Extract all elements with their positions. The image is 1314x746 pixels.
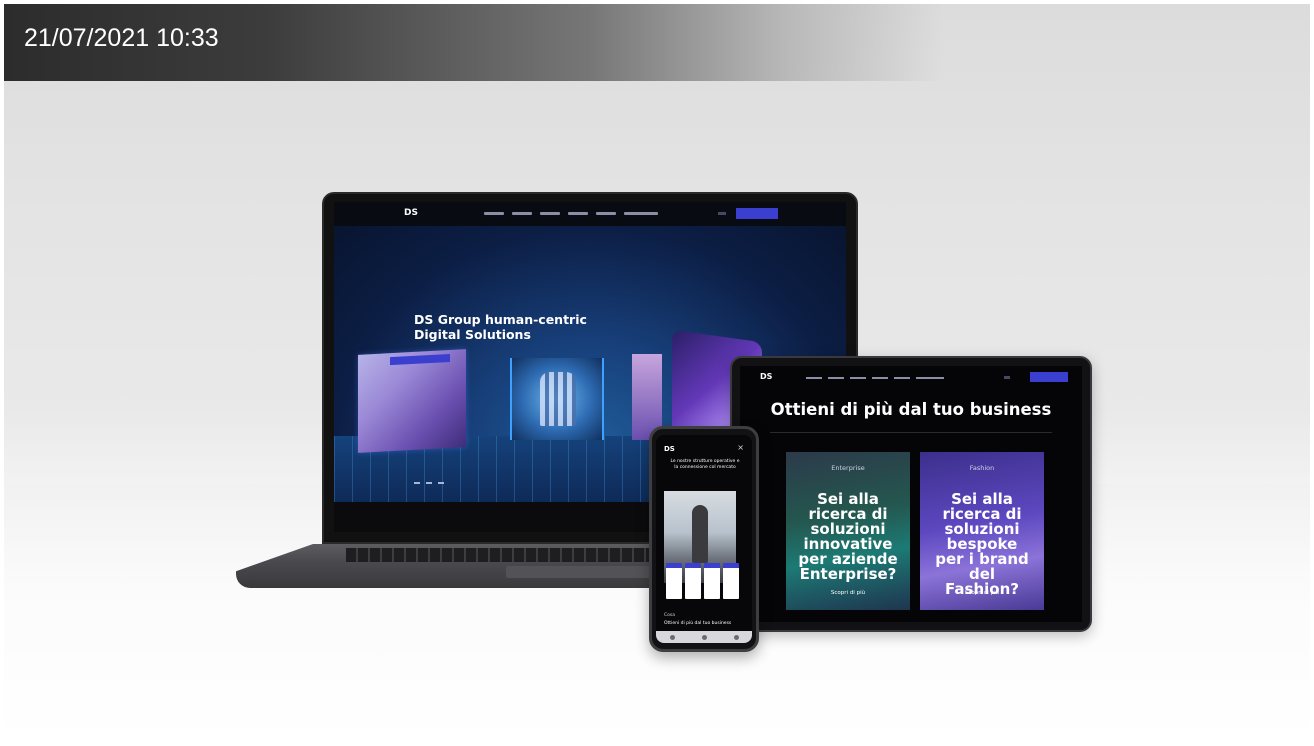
tablet-cta-button [1030, 372, 1068, 382]
pagination-dot [414, 482, 420, 484]
card-link: Scopri di più [830, 590, 866, 596]
phone-app-card [723, 563, 739, 599]
tablet-nav-item [828, 377, 844, 379]
phone-app-card [704, 563, 720, 599]
hero-figures-image [540, 372, 576, 426]
phone-screen: DS × Le nostre strutture operative e la … [656, 435, 752, 643]
tablet-nav-item [850, 377, 866, 379]
phone-app-card [685, 563, 701, 599]
tablet-nav-item [806, 377, 822, 379]
hero-panel-figures [510, 358, 604, 440]
tablet-lang-switch [1004, 376, 1010, 379]
hero-panel-sculpture [358, 349, 466, 453]
phone-app-card [666, 563, 682, 599]
tablet-nav-item [894, 377, 910, 379]
laptop-site-logo: DS [404, 208, 418, 218]
card-link: Scopri di più [964, 590, 1000, 596]
laptop-lang-switch [718, 212, 726, 215]
nav-home-icon [701, 634, 707, 640]
laptop-nav-menu [484, 212, 658, 215]
laptop-nav-item [484, 212, 504, 215]
tablet-card-fashion: Fashion Sei alla ricerca di soluzioni be… [920, 452, 1044, 610]
close-icon: × [737, 443, 744, 452]
tablet-nav-menu [806, 377, 944, 379]
timestamp-bar: 21/07/2021 10:33 [4, 4, 1310, 81]
pagination-dot [438, 482, 444, 484]
hero-title: DS Group human-centric Digital Solutions [414, 312, 664, 342]
phone-person-silhouette [692, 505, 708, 563]
screenshot-frame: 21/07/2021 10:33 DS DS Group human-centr… [4, 4, 1310, 742]
phone-caption-secondary: Ottieni di più dal tuo business [664, 621, 732, 626]
phone-site-logo: DS [664, 445, 675, 453]
hero-panel-badge [390, 354, 450, 366]
card-label: Fashion [969, 464, 995, 472]
laptop-nav-item [568, 212, 588, 215]
tablet-nav-item [916, 377, 944, 379]
tablet-device: DS Ottieni di più dal tuo business Enter… [730, 356, 1092, 632]
laptop-nav-item [540, 212, 560, 215]
tablet-nav-item [872, 377, 888, 379]
tablet-site-logo: DS [760, 372, 773, 381]
card-text: Sei alla ricerca di soluzioni bespoke pe… [935, 490, 1029, 598]
laptop-cta-button [736, 208, 778, 219]
laptop-nav-item [596, 212, 616, 215]
phone-device: DS × Le nostre strutture operative e la … [649, 426, 759, 652]
laptop-nav-item [624, 212, 658, 215]
phone-caption: Cosa [664, 613, 675, 618]
phone-app-cards [666, 563, 739, 599]
hero-title-line: Digital Solutions [414, 327, 531, 342]
timestamp-label: 21/07/2021 10:33 [24, 24, 219, 52]
tablet-heading: Ottieni di più dal tuo business [770, 400, 1052, 419]
card-label: Enterprise [831, 464, 865, 472]
pagination-dot [426, 482, 432, 484]
tablet-screen: DS Ottieni di più dal tuo business Enter… [740, 366, 1082, 622]
card-text: Sei alla ricerca di soluzioni innovative… [798, 490, 898, 583]
nav-back-icon [669, 634, 675, 640]
hero-pagination [414, 482, 444, 484]
phone-headline: Le nostre strutture operative e la conne… [670, 459, 740, 470]
tablet-card-enterprise: Enterprise Sei alla ricerca di soluzioni… [786, 452, 910, 610]
phone-nav-bar [656, 631, 752, 643]
nav-recent-icon [733, 634, 739, 640]
tablet-divider [770, 432, 1052, 433]
hero-title-line: DS Group human-centric [414, 312, 587, 327]
laptop-trackpad [506, 566, 656, 578]
laptop-nav-item [512, 212, 532, 215]
laptop-site-nav: DS [334, 202, 846, 226]
